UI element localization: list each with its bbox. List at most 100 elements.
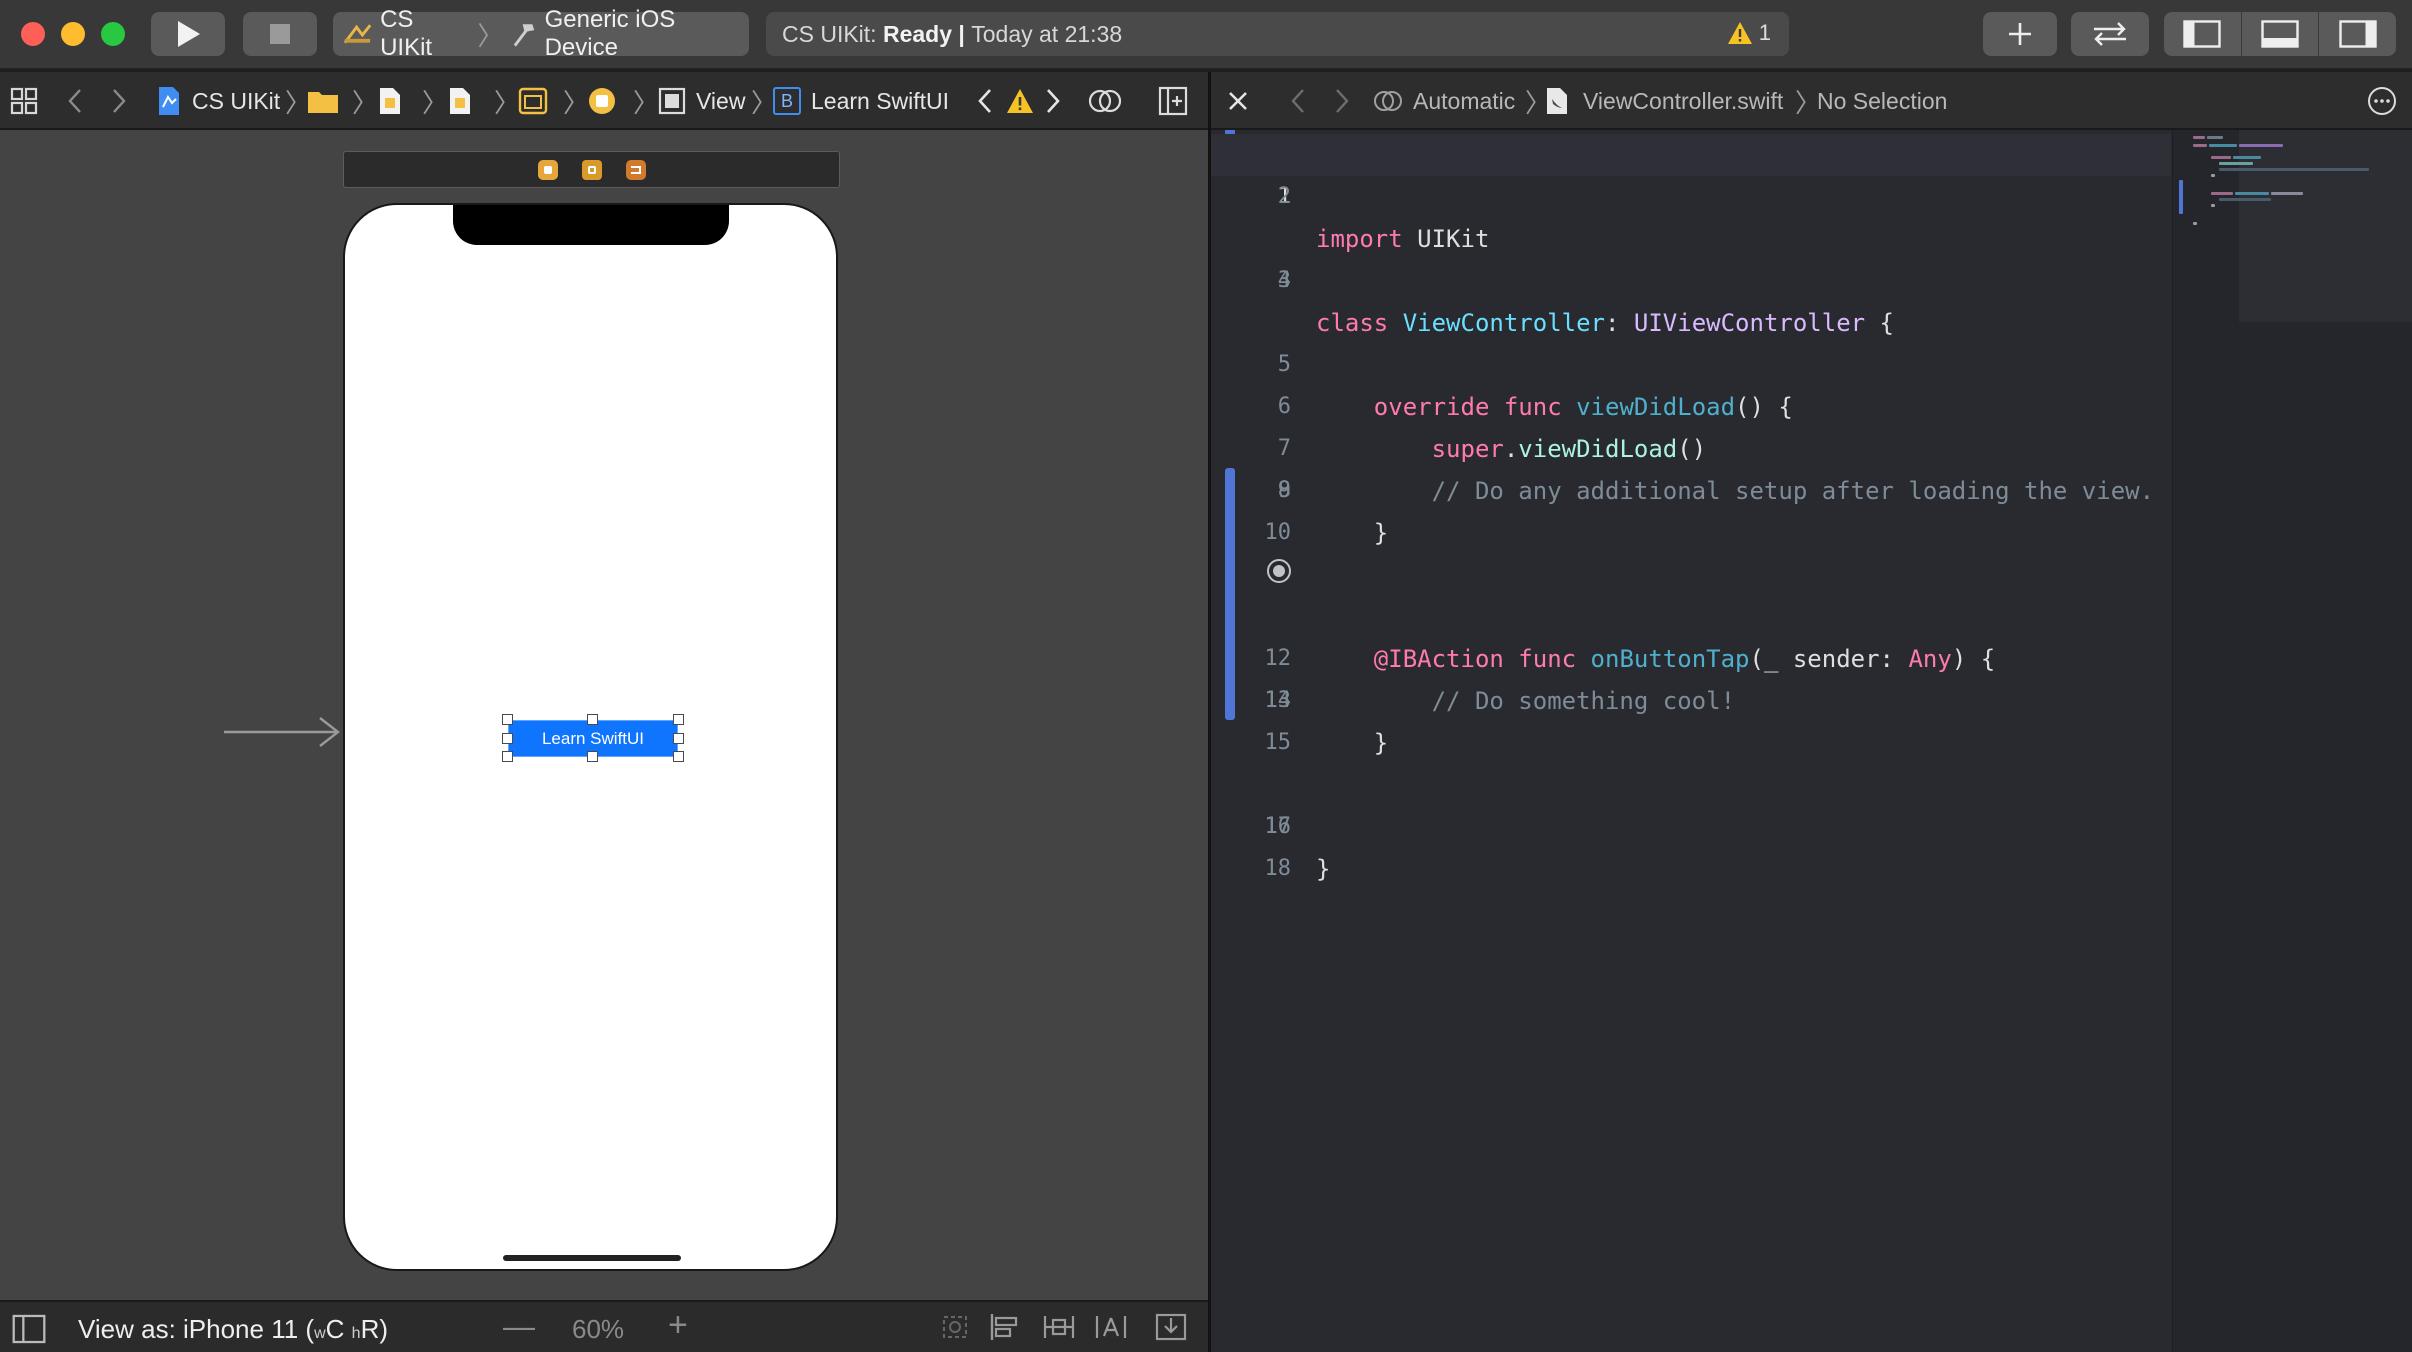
issue-warning[interactable] — [1006, 72, 1034, 130]
stop-button[interactable] — [243, 12, 317, 56]
breadcrumb-selection[interactable]: No Selection — [1817, 72, 1947, 130]
overlapping-circles-icon — [1088, 89, 1122, 113]
line-number: 14 — [1264, 688, 1292, 713]
minimap[interactable] — [2172, 130, 2412, 1352]
breadcrumb-automatic[interactable]: Automatic — [1373, 72, 1515, 130]
chevron-right-icon: 〉 — [422, 87, 449, 118]
related-items-button[interactable] — [10, 72, 38, 130]
close-window-button[interactable] — [21, 22, 45, 46]
back-button[interactable] — [66, 72, 84, 130]
view-as-device-selector[interactable]: View as: iPhone 11 (wC hR) — [78, 1314, 388, 1345]
add-editor-button[interactable] — [1158, 72, 1188, 130]
minimap-visible-region[interactable] — [2239, 130, 2412, 322]
breadcrumb-project[interactable]: CS UIKit — [156, 72, 280, 130]
scheme-selector[interactable]: CS UIKit 〉 Generic iOS Device — [333, 6, 749, 61]
breadcrumb-base-localization[interactable] — [448, 72, 472, 130]
line-number: 17 — [1264, 814, 1292, 839]
breadcrumb-selection-label: No Selection — [1817, 87, 1948, 114]
embed-in-icon[interactable] — [1154, 1312, 1188, 1342]
resize-handle[interactable] — [587, 751, 598, 762]
toggle-debug-area-button[interactable] — [2242, 12, 2320, 56]
editor-options-button[interactable] — [2367, 72, 2397, 130]
right-jump-bar: Automatic 〉 ViewController.swift 〉 No Se… — [1211, 72, 2412, 130]
resize-handle[interactable] — [502, 733, 513, 744]
align-icon[interactable] — [988, 1312, 1022, 1342]
swap-arrows-icon — [2094, 22, 2126, 46]
document-outline-icon[interactable] — [12, 1314, 46, 1344]
resize-handle[interactable] — [502, 714, 513, 725]
chevron-right-icon: 〉 — [494, 87, 521, 118]
split-add-icon — [1158, 86, 1188, 116]
first-responder-dock-icon[interactable] — [581, 159, 602, 180]
resize-handle[interactable] — [502, 751, 513, 762]
breadcrumb-folder[interactable] — [307, 72, 339, 130]
code-review-button[interactable] — [2071, 12, 2149, 56]
breadcrumb-automatic-label: Automatic — [1413, 87, 1516, 114]
zoom-window-button[interactable] — [101, 22, 125, 46]
next-issue-button[interactable] — [1044, 72, 1062, 130]
left-panel-icon — [2183, 20, 2222, 48]
minimap-line — [2193, 144, 2207, 147]
resize-handle[interactable] — [673, 733, 684, 744]
window-toolbar: CS UIKit 〉 Generic iOS Device CS UIKit: … — [0, 0, 2412, 70]
automatic-circles-icon — [1374, 91, 1402, 111]
close-editor-button[interactable] — [1227, 72, 1249, 130]
breadcrumb-storyboard[interactable] — [378, 72, 402, 130]
resize-handle[interactable] — [673, 714, 684, 725]
chevron-right-icon — [113, 89, 126, 113]
breadcrumb-view[interactable]: View — [658, 72, 745, 130]
close-icon — [1229, 92, 1247, 110]
breadcrumb-button[interactable]: B Learn SwiftUI — [773, 72, 949, 130]
button-object-icon: B — [773, 87, 801, 115]
previous-issue-button[interactable] — [976, 72, 994, 130]
run-button[interactable] — [151, 12, 225, 56]
line-number: 10 — [1264, 520, 1292, 545]
warning-indicator[interactable]: 1 — [1727, 20, 1771, 46]
breadcrumb-view-label: View — [696, 87, 746, 114]
add-constraints-icon[interactable] — [1042, 1312, 1076, 1342]
toggle-navigator-button[interactable] — [2164, 12, 2242, 56]
source-editor[interactable]: 1 import UIKit 2 3 class ViewController:… — [1211, 130, 2412, 1352]
chevron-left-icon — [1291, 89, 1304, 113]
zoom-out-button[interactable]: — — [503, 1308, 535, 1345]
resize-handle[interactable] — [673, 751, 684, 762]
forward-button[interactable] — [1333, 72, 1351, 130]
minimap-line — [2193, 222, 2197, 225]
forward-button[interactable] — [110, 72, 128, 130]
breadcrumb-scene[interactable] — [518, 72, 548, 130]
adjust-editor-options-button[interactable] — [1088, 72, 1122, 130]
home-indicator — [503, 1255, 681, 1261]
toggle-inspector-button[interactable] — [2319, 12, 2396, 56]
code-line[interactable]: 1 import UIKit — [1211, 134, 2171, 253]
storyboard-canvas[interactable]: Learn SwiftUI — [0, 130, 1208, 1300]
action-connection-icon[interactable] — [1267, 559, 1291, 583]
breadcrumb-file[interactable]: ViewController.swift — [1545, 72, 1783, 130]
breadcrumb-view-controller[interactable] — [587, 72, 617, 130]
height-class-prefix: h — [351, 1325, 361, 1342]
scheme-name: CS UIKit — [380, 6, 433, 61]
minimap-line — [2193, 136, 2205, 139]
resolve-auto-layout-icon[interactable] — [1094, 1312, 1128, 1342]
library-button[interactable] — [1983, 12, 2057, 56]
panel-toggle-group — [2164, 12, 2396, 56]
minimap-line — [2233, 156, 2261, 159]
breadcrumb-button-label: Learn SwiftUI — [811, 87, 950, 114]
minimize-window-button[interactable] — [61, 22, 85, 46]
initial-vc-arrow-icon[interactable] — [224, 715, 344, 749]
iphone-view-controller-scene[interactable]: Learn SwiftUI — [343, 203, 838, 1271]
back-button[interactable] — [1289, 72, 1307, 130]
exit-dock-icon[interactable] — [625, 159, 646, 180]
warning-icon — [1727, 22, 1752, 44]
view-as-label: View as: iPhone 11 ( — [78, 1314, 315, 1344]
chevron-left-icon — [978, 89, 991, 113]
minimap-line — [2235, 192, 2269, 195]
resize-handle[interactable] — [587, 714, 598, 725]
minimap-line — [2207, 136, 2223, 139]
update-frames-icon[interactable] — [938, 1312, 972, 1342]
zoom-in-button[interactable]: + — [668, 1306, 688, 1345]
warning-count: 1 — [1758, 20, 1771, 45]
view-controller-dock-icon[interactable] — [537, 159, 558, 180]
minimap-change-indicator — [2179, 180, 2183, 214]
height-class: R) — [360, 1314, 388, 1344]
right-panel-icon — [2338, 20, 2377, 48]
